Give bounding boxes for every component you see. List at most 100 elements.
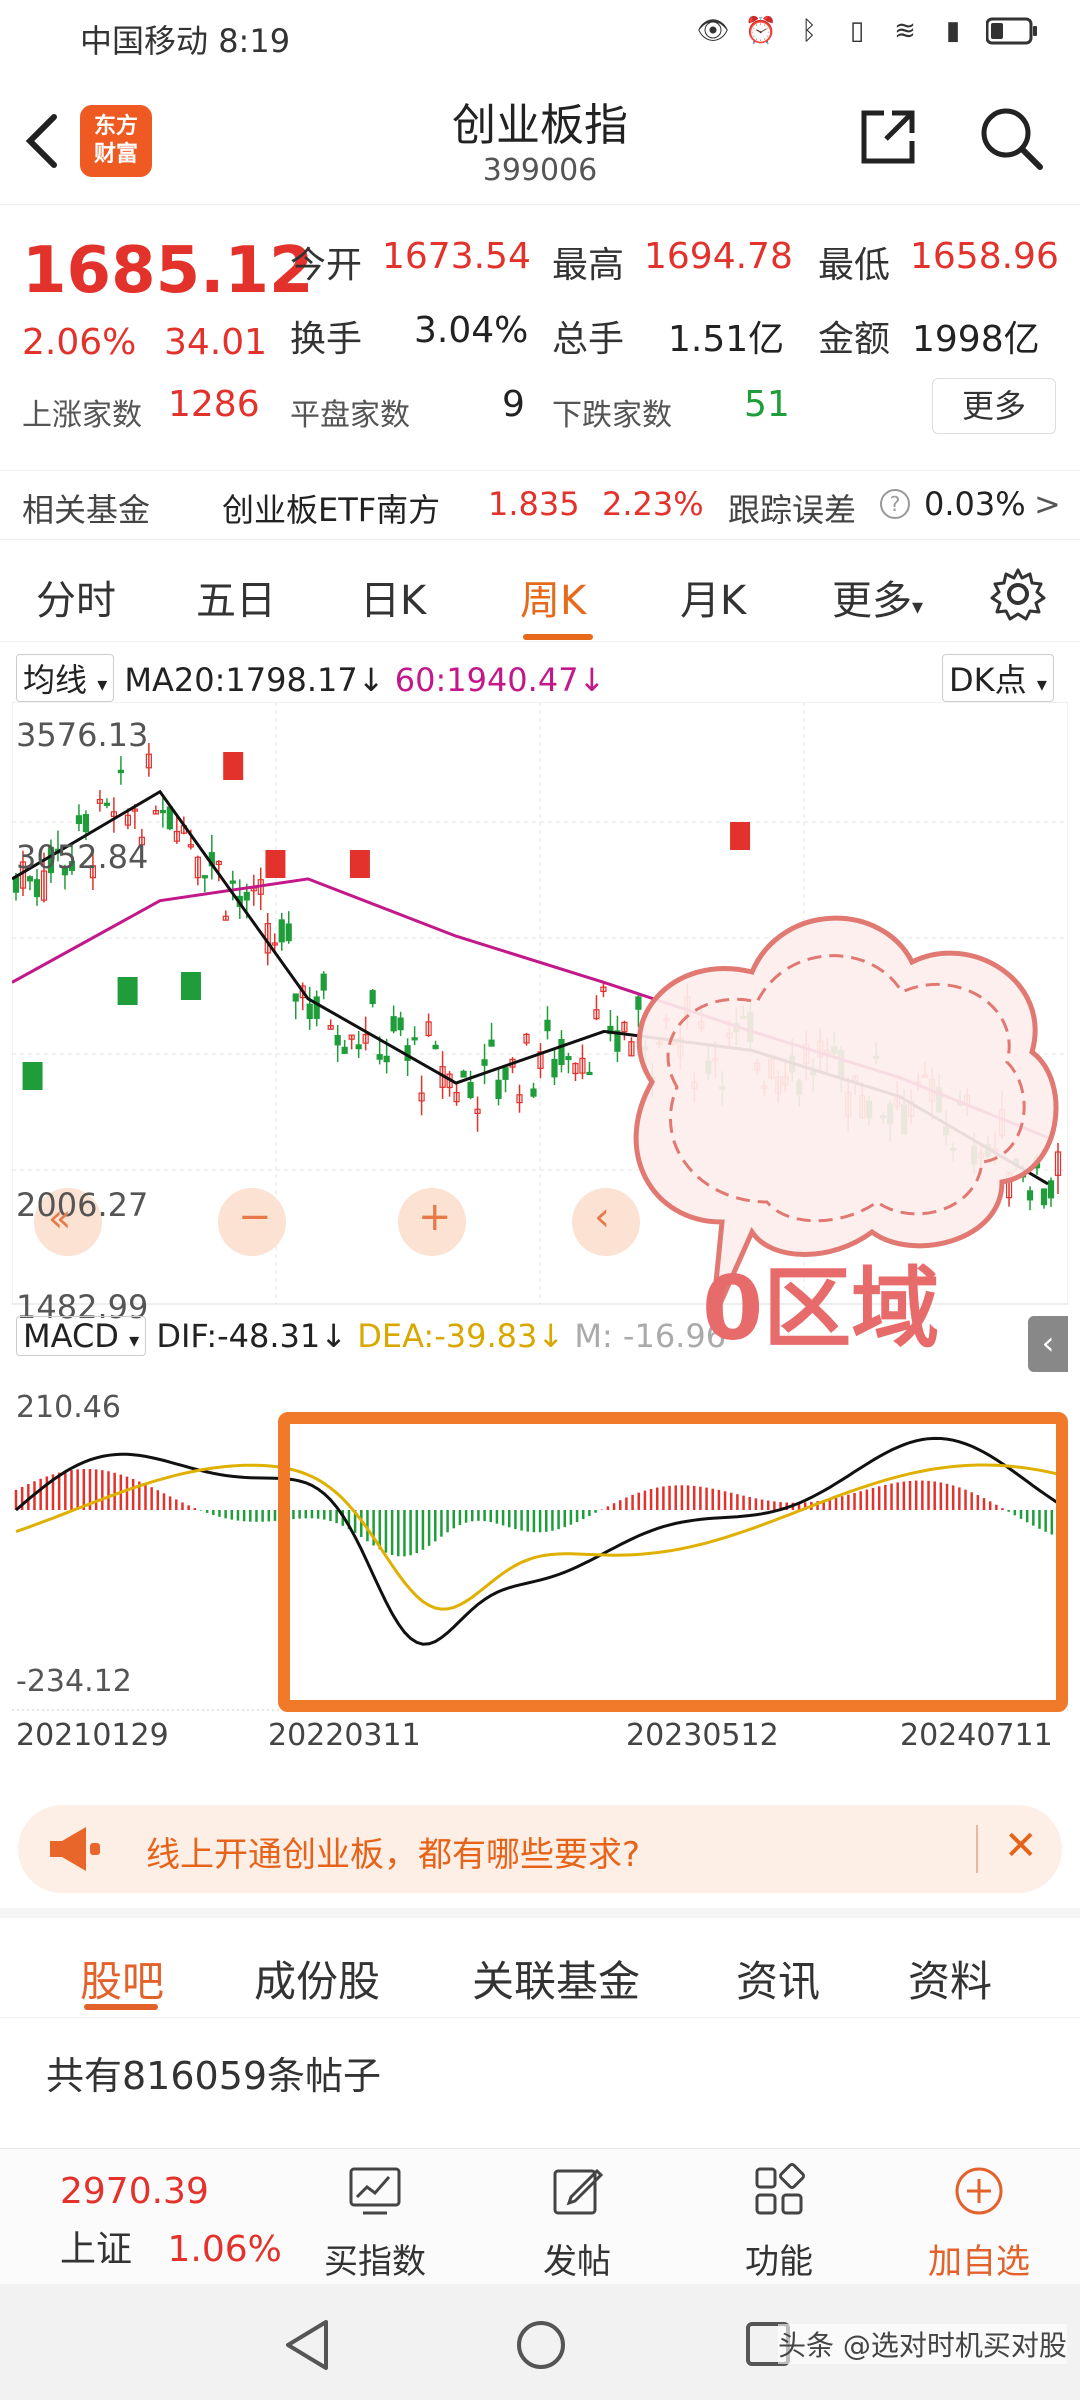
candle-body [117,769,124,774]
track-error-label: 跟踪误差 [728,491,857,529]
zoom-in-icon: + [418,1194,452,1240]
buy-index-label: 买指数 [324,2242,426,2282]
candle-body [159,810,166,814]
status-icons: 👁 ⏰ ᛒ ▯ ≋ ▮ [696,14,1040,48]
candle-body [502,1067,509,1080]
tab-intraday[interactable]: 分时 [36,568,116,626]
top-nav: 东方 财富 创业板指 399006 [0,75,1080,205]
nav-home-icon[interactable] [514,2318,568,2376]
dif-value: DIF:-48.31↓ [156,1317,348,1355]
tab-guba[interactable]: 股吧 [80,1948,164,2009]
status-carrier: 中国移动 8:19 [80,16,290,62]
down-label: 下跌家数 [552,398,672,433]
fund-name[interactable]: 创业板ETF南方 [222,485,440,531]
ma-legend: 均线 ▾ MA20:1798.17↓ 60:1940.47↓ [16,654,605,702]
eye-icon: 👁 [696,16,730,46]
candle-body [334,1034,341,1046]
td-marker [730,822,751,850]
candle-body [558,1039,565,1065]
td-marker [22,1062,43,1090]
nav-back-icon[interactable] [282,2318,332,2376]
td-marker [349,850,370,878]
dk-label: DK点 [949,661,1027,699]
candle-body [544,1019,551,1032]
macd-legend: MACD ▾ DIF:-48.31↓ DEA:-39.83↓ M: -16.96 [16,1316,726,1356]
amount-value: 1998亿 [912,319,1040,360]
tab-monthly[interactable]: 月K [680,568,746,626]
promo-banner[interactable]: 线上开通创业板，都有哪些要求? ✕ [18,1805,1062,1893]
change-pct: 2.06% [22,322,137,363]
scroll-right-icon: ‹ [594,1194,610,1240]
td-marker [265,850,286,878]
add-watchlist-label: 加自选 [928,2242,1030,2282]
gear-icon[interactable] [990,566,1046,626]
candle-body [201,875,208,879]
plus-circle-icon [955,2167,1003,2215]
caret-down-icon: ▾ [912,595,924,620]
more-button[interactable]: 更多 [932,378,1056,434]
collapse-panel-button[interactable]: ‹ [1028,1316,1068,1372]
tab-info[interactable]: 资料 [908,1948,992,2009]
function-button[interactable]: 功能 [714,2157,844,2283]
caret-down-icon: ▾ [97,672,108,696]
candle-body [306,1003,313,1020]
flat-label: 平盘家数 [290,398,410,433]
candle-body [530,1088,537,1097]
ma60-value: 60:1940.47↓ [394,661,606,699]
tab-news[interactable]: 资讯 [736,1948,820,2009]
turnover-label: 换手 [290,319,363,360]
candle-body [75,815,83,825]
candle-body [33,879,41,898]
related-fund-row[interactable]: 相关基金 创业板ETF南方 1.835 2.23% 跟踪误差 ? 0.03% > [0,470,1080,540]
period-tabs: 分时 五日 日K 周K 月K 更多▾ [0,548,1080,642]
candle-body [1047,1180,1055,1199]
fund-label: 相关基金 [22,491,151,529]
share-icon[interactable] [856,105,920,173]
index-ticker[interactable]: 2970.39 上证 1.06% [60,2171,282,2272]
search-icon[interactable] [976,103,1046,177]
macd-select-label: MACD [23,1317,119,1355]
candle-body [12,876,20,893]
candle-body [411,1037,418,1041]
system-nav-bar: 头条 @选对时机买对股 [0,2284,1080,2400]
amount-label: 金额 [818,319,891,360]
signal-icon: ▮ [945,16,961,46]
candle-body [278,919,285,943]
tab-related-funds[interactable]: 关联基金 [472,1948,640,2009]
banner-divider [976,1825,978,1873]
caret-down-icon: ▾ [129,1328,140,1352]
macd-select[interactable]: MACD ▾ [16,1316,147,1356]
tab-weekly[interactable]: 周K [520,568,586,626]
post-button[interactable]: 发帖 [512,2157,642,2283]
candle-body [432,1044,439,1050]
close-icon[interactable]: ✕ [1004,1823,1038,1869]
dea-value: DEA:-39.83↓ [357,1317,565,1355]
function-label: 功能 [745,2242,813,2282]
candle-body [390,1016,397,1032]
flat-value: 9 [502,384,525,425]
high-label: 最高 [552,245,625,286]
date-label: 20220311 [268,1718,421,1753]
ma20-value: MA20:1798.17↓ [124,661,385,699]
dea-line [15,1463,1059,1611]
candle-body [551,1058,558,1078]
post-label: 发帖 [543,2242,611,2282]
kline-chart[interactable]: 均线 ▾ MA20:1798.17↓ 60:1940.47↓ DK点 ▾ 357… [12,648,1068,1778]
candle-body [495,1079,502,1099]
ma-select[interactable]: 均线 ▾ [16,654,115,702]
caret-down-icon: ▾ [1036,672,1047,696]
tab-daily[interactable]: 日K [360,568,426,626]
tab-more[interactable]: 更多▾ [832,568,923,626]
dk-button[interactable]: DK点 ▾ [942,654,1054,702]
candle-body [565,1056,572,1061]
tab-five-day[interactable]: 五日 [196,568,276,626]
help-icon[interactable]: ? [878,487,912,529]
buy-index-button[interactable]: 买指数 [310,2157,440,2283]
candle-body [103,802,111,806]
tab-constituents[interactable]: 成份股 [254,1948,380,2009]
candle-body [341,1046,348,1054]
megaphone-icon [44,1823,104,1879]
candle-body [292,993,299,1002]
chevron-right-icon[interactable]: > [1034,485,1061,523]
add-watchlist-button[interactable]: 加自选 [914,2157,1044,2283]
